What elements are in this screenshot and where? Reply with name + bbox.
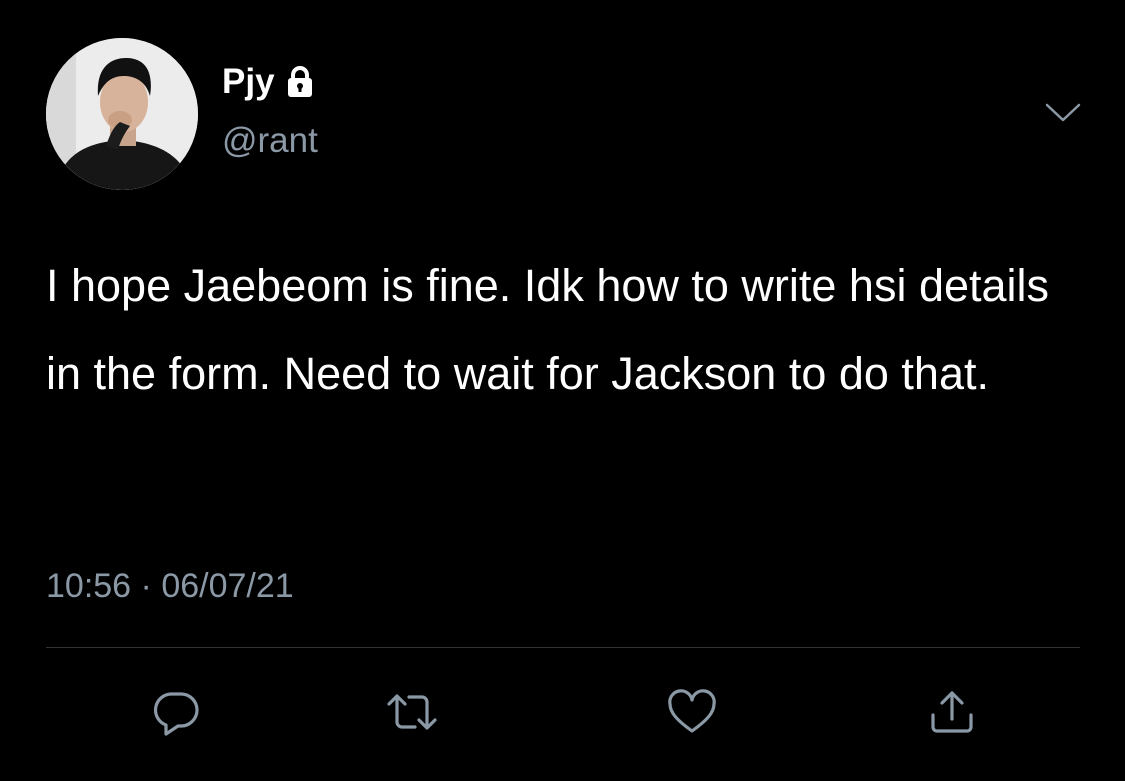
avatar[interactable] [46,38,198,190]
tweet-time[interactable]: 10:56 [46,567,131,605]
lock-icon [285,65,315,99]
heart-icon [666,689,718,735]
author-display-name-row: Pjy [222,62,315,102]
author-handle[interactable]: @rant [222,120,318,162]
meta-separator: · [140,567,152,605]
share-icon [927,687,977,737]
reply-icon [151,688,201,736]
retweet-icon [383,688,441,736]
chevron-down-icon[interactable] [1044,100,1082,126]
author-display-name[interactable]: Pjy [222,62,275,102]
tweet-text: I hope Jaebeom is fine. Idk how to write… [46,260,1050,399]
tweet-timestamp: 10:56 · 06/07/21 [46,566,294,606]
divider [46,647,1080,648]
retweet-button[interactable] [384,684,440,740]
like-button[interactable] [664,684,720,740]
reply-button[interactable] [148,684,204,740]
avatar-photo [46,38,198,190]
tweet-date[interactable]: 06/07/21 [161,567,293,605]
share-button[interactable] [924,684,980,740]
